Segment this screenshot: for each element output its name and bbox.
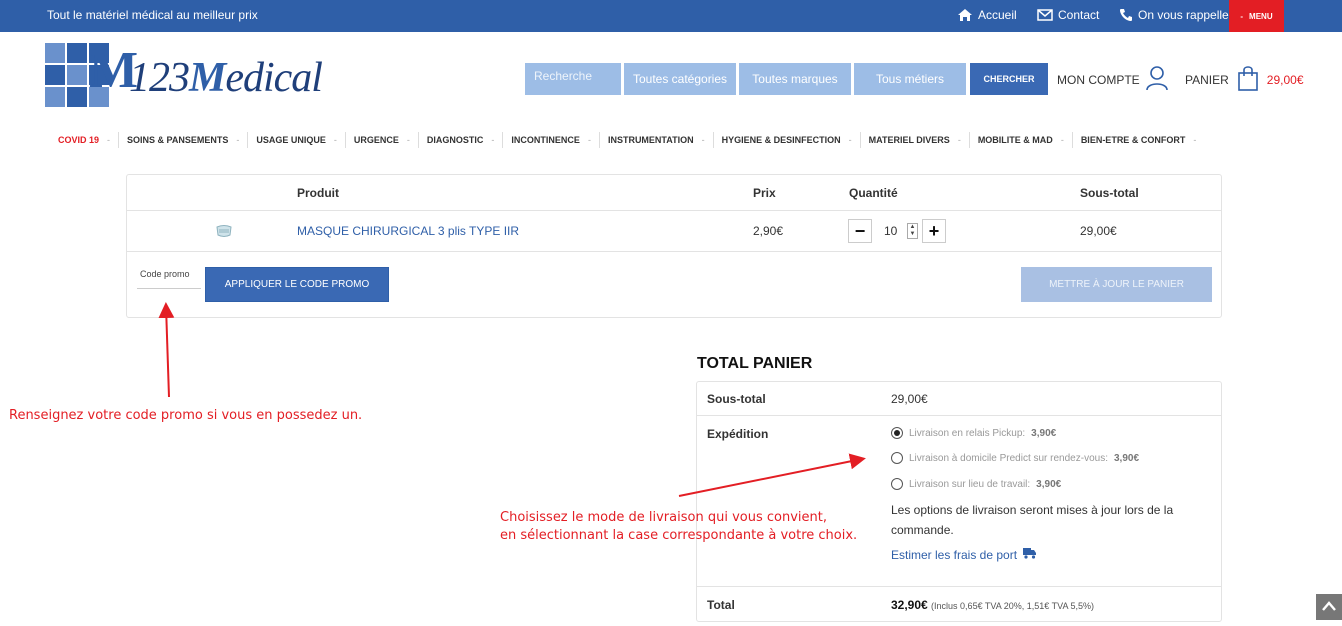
nav-item-urgence[interactable]: URGENCE - [346,132,419,148]
subtotal-label: Sous-total [707,392,766,406]
account-label: MON COMPTE [1057,72,1140,87]
menu-dash: - [1240,11,1244,21]
promo-code-input[interactable]: Code promo [137,267,201,289]
subtotal-value: 29,00€ [891,392,928,406]
total-value: 32,90€ [891,598,928,612]
nav-item-hygiene[interactable]: HYGIENE & DESINFECTION - [714,132,861,148]
nav-item-mobilite[interactable]: MOBILITE & MAD - [970,132,1073,148]
callback-link[interactable]: On vous rappelle [1119,8,1229,22]
shopping-bag-icon [1237,65,1259,94]
menu-label: MENU [1249,11,1273,21]
shipping-option-pickup[interactable]: Livraison en relais Pickup: 3,90€ [891,427,1056,439]
apply-promo-button[interactable]: APPLIQUER LE CODE PROMO [205,267,389,302]
radio-unselected[interactable] [891,478,903,490]
shipping-annotation-line-2: en sélectionnant la case correspondante … [500,528,858,543]
radio-unselected[interactable] [891,452,903,464]
home-icon [957,8,973,22]
promo-annotation: Renseignez votre code promo si vous en p… [9,408,363,423]
row-divider [127,210,1221,211]
category-select[interactable]: Toutes catégories [624,63,736,95]
header-quantity: Quantité [849,186,898,200]
shipping-label: Expédition [707,427,769,441]
spin-up-icon: ▲ [909,224,916,230]
site-logo[interactable]: M 123Medical [45,43,323,109]
shipping-note: Les options de livraison seront mises à … [891,503,1174,537]
quantity-input[interactable]: 10 ▲ ▼ [874,219,920,243]
search-input[interactable]: Recherche [525,63,621,95]
radio-selected[interactable] [891,427,903,439]
job-select[interactable]: Tous métiers [854,63,966,95]
nav-item-instrumentation[interactable]: INSTRUMENTATION - [600,132,714,148]
nav-item-diagnostic[interactable]: DIAGNOSTIC - [419,132,504,148]
product-thumbnail[interactable] [215,224,233,238]
nav-item-covid[interactable]: COVID 19- [50,132,120,148]
total-value-wrap: 32,90€ (Inclus 0,65€ TVA 20%, 1,51€ TVA … [891,598,1094,612]
product-subtotal: 29,00€ [1080,224,1117,238]
shipping-annotation-line-1: Choisissez le mode de livraison qui vous… [500,510,827,525]
nav-item-bien-etre[interactable]: BIEN-ETRE & CONFORT - [1073,132,1205,148]
main-nav: COVID 19- SOINS & PANSEMENTS - USAGE UNIQ… [50,132,1204,148]
menu-button[interactable]: - MENU [1229,0,1284,32]
product-name-link[interactable]: MASQUE CHIRURGICAL 3 plis TYPE IIR [297,224,519,238]
total-label: Total [707,598,735,612]
nav-item-usage-unique[interactable]: USAGE UNIQUE - [248,132,346,148]
totals-divider [697,415,1221,416]
quantity-plus-button[interactable]: + [922,219,946,243]
shipping-option-workplace[interactable]: Livraison sur lieu de travail: 3,90€ [891,478,1061,490]
user-icon [1145,65,1168,94]
account-link[interactable]: MON COMPTE [1057,65,1168,94]
cart-label: PANIER [1185,72,1229,87]
quantity-minus-button[interactable]: − [848,219,872,243]
quantity-stepper: − 10 ▲ ▼ + [848,219,946,243]
totals-divider [697,586,1221,587]
cart-table: Produit Prix Quantité Sous-total MASQUE … [126,174,1222,318]
mail-icon [1037,9,1053,21]
top-bar: Tout le matériel médical au meilleur pri… [0,0,1342,32]
nav-item-incontinence[interactable]: INCONTINENCE - [503,132,600,148]
total-tax-note: (Inclus 0,65€ TVA 20%, 1,51€ TVA 5,5%) [931,601,1094,611]
scroll-to-top-button[interactable] [1316,594,1342,620]
nav-item-materiel-divers[interactable]: MATERIEL DIVERS - [861,132,970,148]
shipping-option-predict[interactable]: Livraison à domicile Predict sur rendez-… [891,452,1139,464]
header-subtotal: Sous-total [1080,186,1139,200]
product-price: 2,90€ [753,224,784,238]
header-price: Prix [753,186,776,200]
quantity-spinner[interactable]: ▲ ▼ [907,223,918,239]
cart-link[interactable]: PANIER 29,00€ [1185,65,1304,94]
phone-icon [1119,8,1133,22]
search-button[interactable]: CHERCHER [970,63,1048,95]
callback-link-label: On vous rappelle [1138,8,1229,22]
cart-amount: 29,00€ [1266,72,1304,87]
nav-item-soins[interactable]: SOINS & PANSEMENTS - [119,132,249,148]
chevron-up-icon [1322,598,1336,616]
logo-brand: 123Medical [129,55,323,101]
update-cart-button[interactable]: METTRE À JOUR LE PANIER [1021,267,1212,302]
row-divider [127,251,1221,252]
contact-link[interactable]: Contact [1037,8,1099,22]
tagline: Tout le matériel médical au meilleur pri… [47,8,258,22]
contact-link-label: Contact [1058,8,1100,22]
truck-icon [1023,547,1037,562]
brand-select[interactable]: Toutes marques [739,63,851,95]
totals-title: TOTAL PANIER [697,355,813,372]
home-link[interactable]: Accueil [957,8,1017,22]
estimate-shipping-link[interactable]: Estimer les frais de port [891,547,1037,562]
spin-down-icon: ▼ [909,231,916,237]
home-link-label: Accueil [978,8,1017,22]
header-product: Produit [297,186,339,200]
totals-table: Sous-total 29,00€ Expédition Livraison e… [696,381,1222,622]
